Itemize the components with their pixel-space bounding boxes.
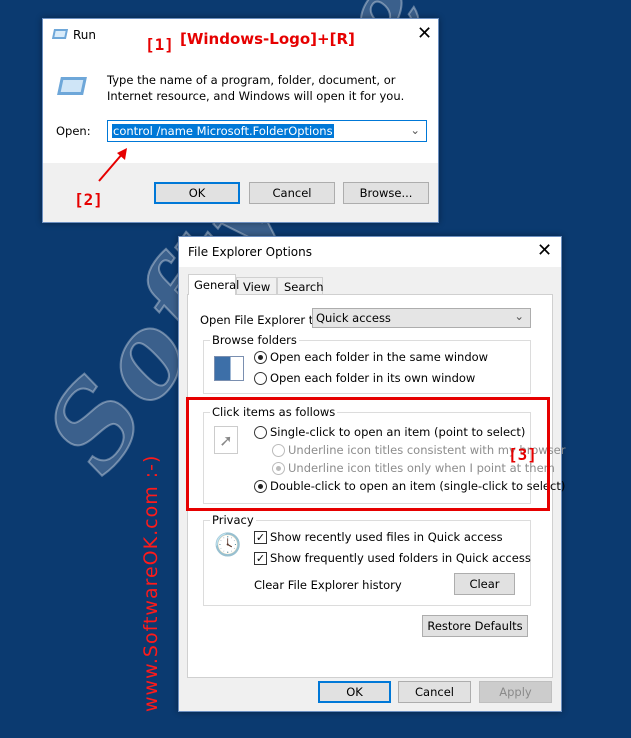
run-app-icon: [51, 29, 69, 39]
watermark-vertical: www.SoftwareOK.com :-): [140, 454, 162, 712]
cancel-button[interactable]: Cancel: [398, 681, 471, 703]
chevron-down-icon[interactable]: ⌄: [410, 123, 420, 137]
restore-defaults-button[interactable]: Restore Defaults: [422, 615, 528, 637]
annotation-shortcut: [Windows-Logo]+[R]: [180, 30, 355, 48]
browse-folders-icon: [214, 356, 244, 381]
radio-own-window[interactable]: [254, 372, 267, 385]
run-description: Type the name of a program, folder, docu…: [107, 73, 405, 103]
run-title: Run: [73, 28, 97, 42]
annotation-arrow: [98, 148, 127, 182]
run-program-icon: [57, 77, 87, 95]
annotation-step1: [1]: [145, 35, 174, 54]
clear-button[interactable]: Clear: [454, 573, 515, 595]
ok-button[interactable]: OK: [318, 681, 391, 703]
chevron-down-icon: ⌄: [514, 309, 524, 323]
run-ok-button[interactable]: OK: [154, 182, 240, 204]
run-browse-button[interactable]: Browse...: [343, 182, 429, 204]
checkbox-recent-files[interactable]: ✓: [254, 531, 267, 544]
close-icon[interactable]: ✕: [537, 240, 552, 261]
open-input[interactable]: control /name Microsoft.FolderOptions ⌄: [107, 120, 427, 142]
apply-button[interactable]: Apply: [479, 681, 552, 703]
open-label: Open:: [56, 124, 91, 138]
annotation-step2: [2]: [74, 190, 103, 209]
checkbox-frequent-folders[interactable]: ✓: [254, 552, 267, 565]
tab-general[interactable]: General: [188, 274, 239, 295]
annotation-highlight-box: [186, 397, 550, 511]
run-cancel-button[interactable]: Cancel: [249, 182, 335, 204]
clear-history-label: Clear File Explorer history: [254, 578, 402, 592]
privacy-group: Privacy 🕓 ✓ Show recently used files in …: [203, 513, 531, 606]
close-icon[interactable]: ✕: [417, 23, 432, 44]
open-to-label: Open File Explorer to:: [200, 313, 325, 327]
tab-search[interactable]: Search: [277, 277, 324, 295]
open-to-select[interactable]: Quick access ⌄: [312, 308, 531, 328]
open-input-value: control /name Microsoft.FolderOptions: [112, 124, 334, 138]
privacy-clock-icon: 🕓: [214, 533, 242, 558]
browse-folders-group: Browse folders Open each folder in the s…: [203, 333, 531, 394]
annotation-step3: [3]: [508, 445, 537, 464]
dialog-title: File Explorer Options: [188, 245, 312, 259]
tab-view[interactable]: View: [236, 277, 277, 295]
radio-same-window[interactable]: [254, 351, 267, 364]
